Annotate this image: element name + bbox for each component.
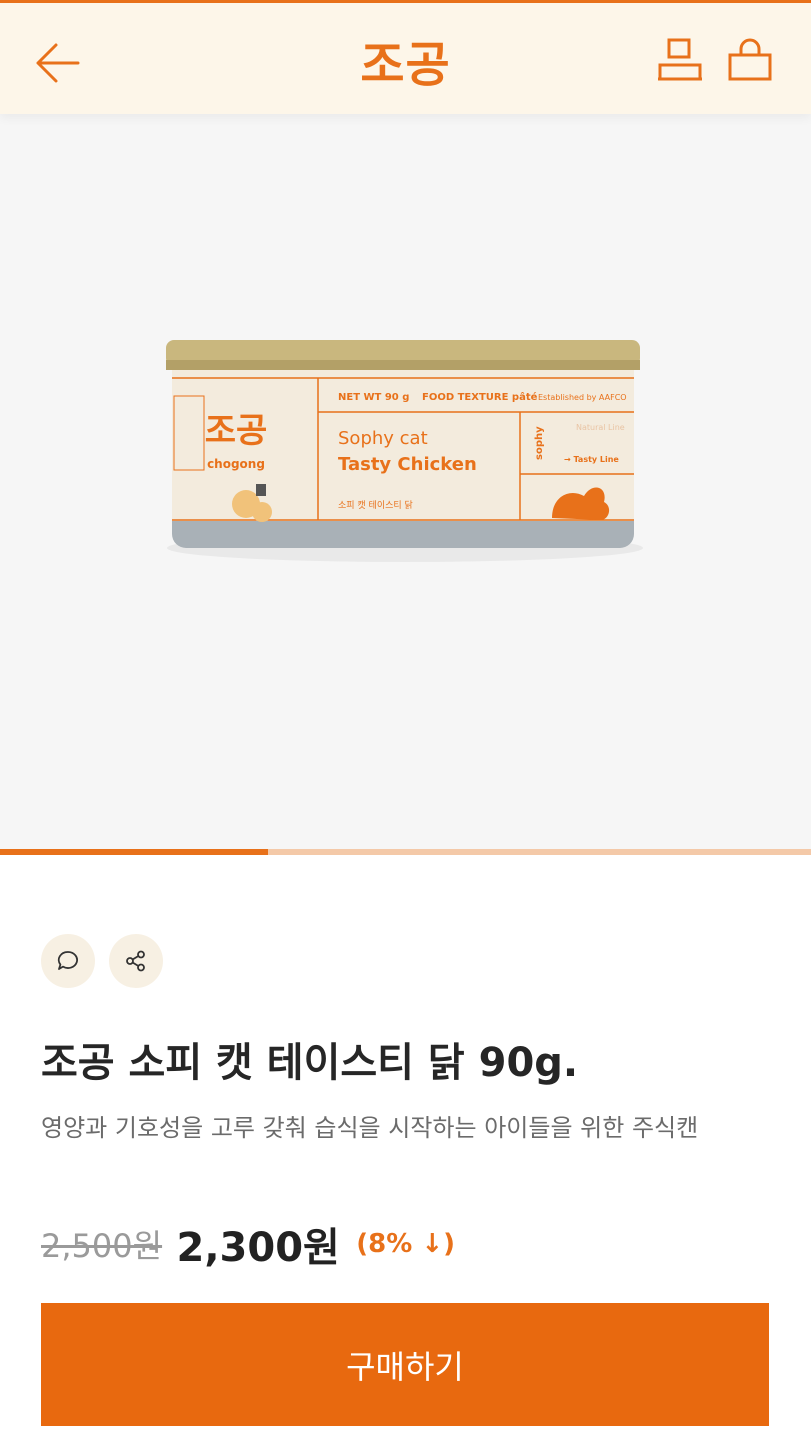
gallery-progress-fill <box>0 849 268 855</box>
can-flavor-text: Tasty Chicken <box>338 454 477 475</box>
can-line-text: Sophy cat <box>338 428 428 449</box>
discount-badge: (8% ↓) <box>356 1229 456 1259</box>
product-can-image: 조공 chogong NET WT 90 g FOOD TEXTURE pâté… <box>166 340 643 562</box>
product-title: 조공 소피 캣 테이스티 닭 90g. <box>41 1040 579 1086</box>
my-page-button[interactable] <box>656 37 704 83</box>
can-side-text: sophy <box>534 426 545 460</box>
share-button[interactable] <box>109 934 163 988</box>
can-brand-text: 조공 <box>205 411 268 451</box>
product-image-gallery[interactable]: 조공 chogong NET WT 90 g FOOD TEXTURE pâté… <box>0 114 811 849</box>
shopping-bag-icon <box>728 38 772 81</box>
review-button[interactable] <box>41 934 95 988</box>
user-icon <box>658 38 702 81</box>
cart-button[interactable] <box>726 37 774 83</box>
gallery-progress-bar <box>0 849 811 855</box>
speech-bubble-icon <box>57 951 78 970</box>
can-brand-en-text: chogong <box>207 457 265 471</box>
can-natural-text: Natural Line <box>576 423 625 432</box>
sale-price: 2,300원 <box>176 1225 340 1271</box>
top-app-bar: 조공 <box>0 0 811 114</box>
original-price: 2,500원 <box>41 1227 163 1265</box>
share-icon <box>126 950 145 972</box>
can-texture-text: FOOD TEXTURE pâté <box>422 391 538 403</box>
buy-button[interactable]: 구매하기 <box>41 1303 769 1426</box>
product-subtitle: 영양과 기호성을 고루 갖춰 습식을 시작하는 아이들을 위한 주식캔 <box>41 1114 699 1142</box>
can-net-wt-text: NET WT 90 g <box>338 392 409 403</box>
can-established-text: Established by AAFCO <box>538 393 627 402</box>
price-row: 2,500원 2,300원 (8% ↓) <box>41 1215 456 1271</box>
can-tasty-line-text: → Tasty Line <box>564 455 619 464</box>
can-korean-text: 소피 캣 테이스티 닭 <box>338 499 413 511</box>
